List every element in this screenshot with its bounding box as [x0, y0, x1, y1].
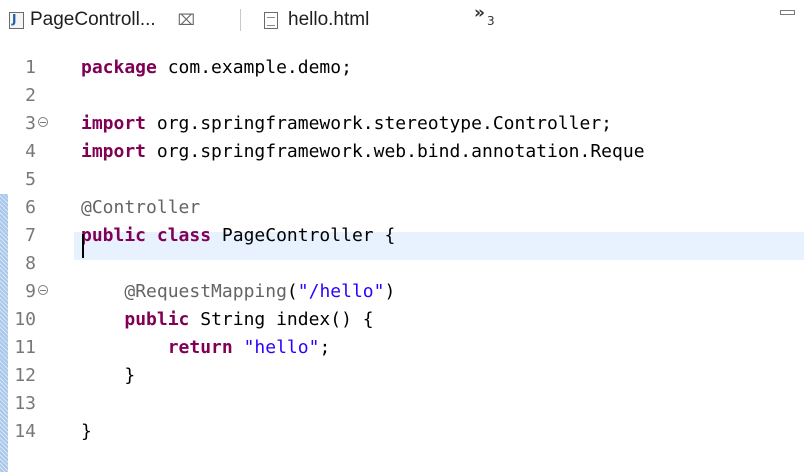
code-token-plain: org.springframework.stereotype.Controlle…: [146, 113, 613, 134]
code-token-kw: import: [81, 113, 147, 134]
line-number: 10: [14, 309, 36, 330]
line-number: 8: [25, 253, 36, 274]
code-line: 6 @Controller: [0, 194, 804, 222]
fold-collapse-icon[interactable]: [38, 285, 48, 295]
line-number: 11: [14, 337, 36, 358]
line-number: 6: [25, 197, 36, 218]
code-line: 3 import org.springframework.stereotype.C…: [0, 110, 804, 138]
code-token-plain: org.springframework.web.bind.annotation.…: [146, 141, 645, 162]
code-token-ann: @Controller: [81, 197, 201, 218]
fold-collapse-icon[interactable]: [38, 117, 48, 127]
code-line: 9 @RequestMapping("/hello"): [0, 278, 804, 306]
code-line: 13: [0, 390, 804, 418]
code-text: import org.springframework.web.bind.anno…: [81, 138, 645, 166]
code-token-plain: com.example.demo;: [156, 57, 352, 78]
line-number: 12: [14, 365, 36, 386]
code-token-plain: }: [81, 365, 136, 386]
code-token-kw: public: [124, 309, 190, 330]
code-line: 12 }: [0, 362, 804, 390]
code-token-kw: import: [81, 141, 147, 162]
code-token-kw: class: [156, 225, 212, 246]
line-number: 5: [25, 169, 36, 190]
code-token-kw: return: [167, 337, 233, 358]
code-token-plain: String index() {: [189, 309, 374, 330]
editor-tab-bar: PageControll... ⌧ hello.html »3: [0, 0, 804, 38]
tab-pagecontroller[interactable]: PageControll... ⌧: [0, 6, 195, 34]
line-number: 9: [25, 281, 36, 302]
code-line: 1 package com.example.demo;: [0, 54, 804, 82]
code-text: public String index() {: [81, 306, 374, 334]
code-line: 10 public String index() {: [0, 306, 804, 334]
html-file-icon: [264, 11, 278, 29]
code-text: return "hello";: [81, 334, 331, 362]
line-number: 13: [14, 393, 36, 414]
code-line: 11 return "hello";: [0, 334, 804, 362]
code-line: 14}: [0, 418, 804, 446]
code-text: package com.example.demo;: [81, 54, 352, 82]
text-caret: [82, 234, 84, 258]
code-token-ann: @RequestMapping: [124, 281, 287, 302]
code-text: }: [81, 362, 135, 390]
code-line: 4 import org.springframework.web.bind.ann…: [0, 138, 804, 166]
line-number: 3: [25, 113, 36, 134]
code-line: 8: [0, 250, 804, 278]
close-icon[interactable]: ⌧: [178, 11, 195, 29]
line-number: 4: [25, 141, 36, 162]
code-line: 7 public class PageController {: [0, 222, 804, 250]
code-token-str: "/hello": [297, 281, 385, 302]
tab-label: hello.html: [288, 9, 370, 30]
code-token-str: "hello": [243, 337, 320, 358]
line-number: 14: [14, 421, 36, 442]
code-token-plain: ): [384, 281, 396, 302]
code-token-plain: ;: [319, 337, 331, 358]
line-number: 2: [25, 85, 36, 106]
code-line: 5: [0, 166, 804, 194]
code-token-kw: public: [81, 225, 147, 246]
tab-divider: [240, 9, 241, 31]
chevron-double-right-icon: »: [474, 3, 485, 23]
code-text: @RequestMapping("/hello"): [81, 278, 395, 306]
code-token-kw: package: [81, 57, 157, 78]
line-number: 1: [25, 57, 36, 78]
code-token-plain: }: [81, 421, 92, 442]
tab-overflow-button[interactable]: » 3: [474, 3, 495, 28]
code-text: }: [81, 418, 92, 446]
code-token-plain: PageController {: [211, 225, 396, 246]
hidden-tab-count: 3: [486, 14, 495, 28]
code-text: @Controller: [81, 194, 200, 222]
minimize-icon[interactable]: [780, 10, 795, 15]
code-text: public class PageController {: [81, 222, 395, 250]
line-number: 7: [25, 225, 36, 246]
code-text: import org.springframework.stereotype.Co…: [81, 110, 612, 138]
java-file-icon: [9, 11, 24, 29]
code-editor[interactable]: 1 package com.example.demo; 2 3 import org.s…: [0, 50, 804, 472]
tab-hello-html[interactable]: hello.html: [246, 6, 369, 34]
code-line: 2: [0, 82, 804, 110]
code-token-plain: (: [286, 281, 298, 302]
tab-label: PageControll...: [30, 9, 156, 30]
